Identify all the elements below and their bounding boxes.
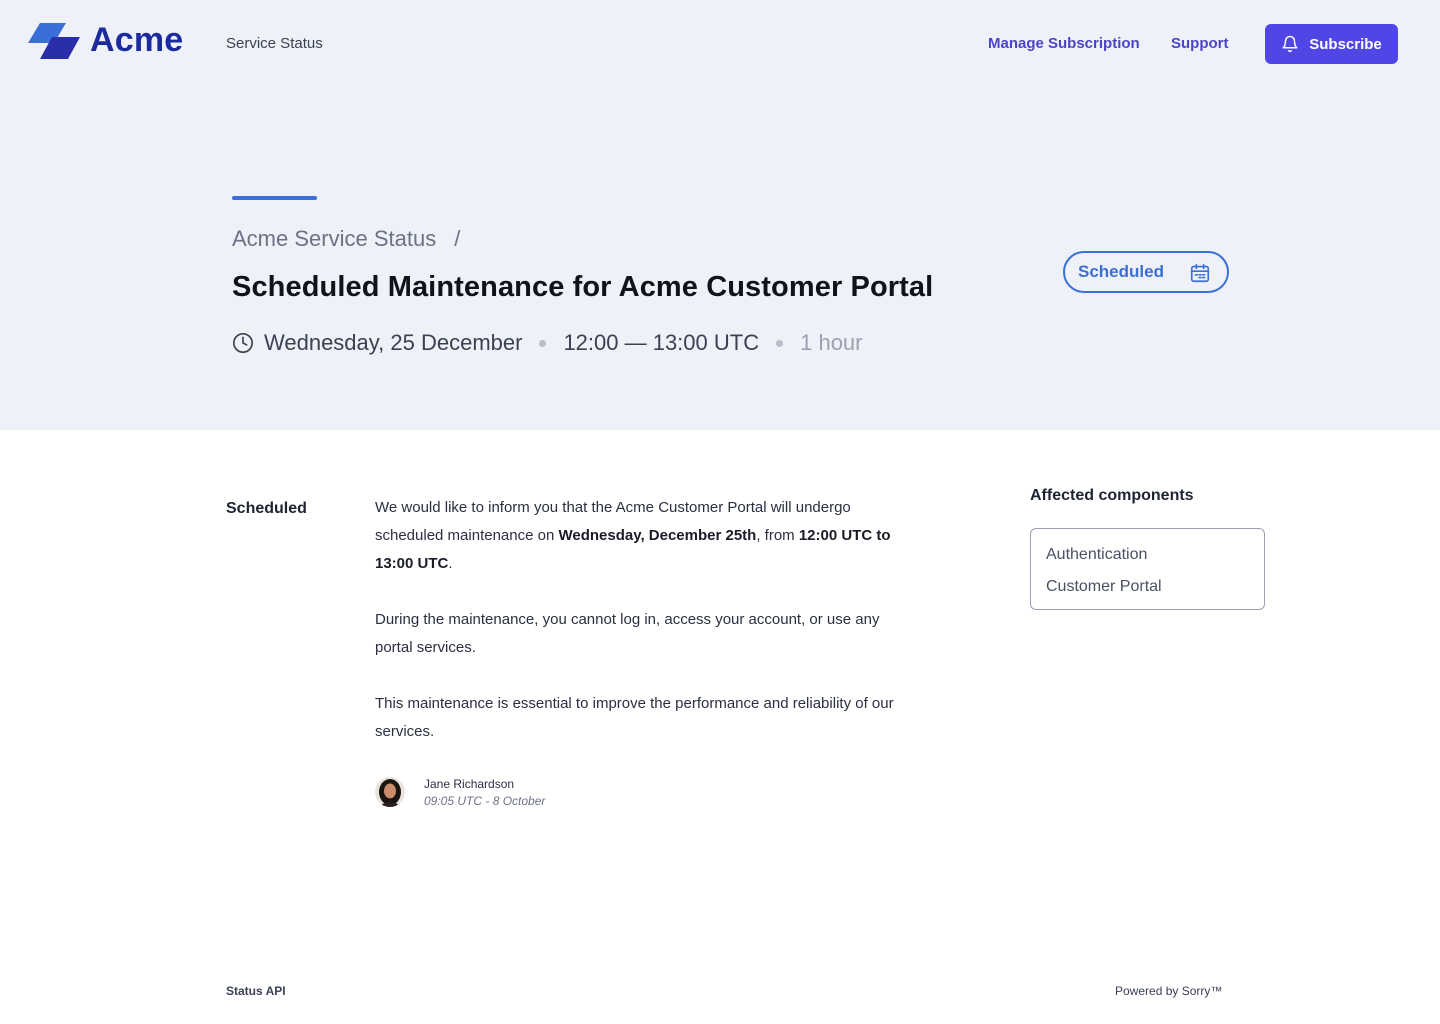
avatar	[375, 777, 405, 807]
update-paragraph: During the maintenance, you cannot log i…	[375, 611, 880, 656]
powered-by-link[interactable]: Powered by Sorry™	[1115, 984, 1222, 998]
author-timestamp: 09:05 UTC - 8 October	[424, 794, 546, 808]
paragraph-text: , from	[756, 527, 799, 544]
clock-icon	[233, 333, 253, 353]
separator-dot	[776, 339, 784, 347]
breadcrumb-separator: /	[454, 226, 461, 251]
affected-component-item: Authentication	[1046, 546, 1148, 563]
update-status-label: Scheduled	[226, 500, 307, 517]
breadcrumb: Acme Service Status /	[232, 226, 460, 252]
separator-dot	[539, 339, 547, 347]
subscribe-label: Subscribe	[1309, 35, 1382, 53]
incident-schedule: Wednesday, 25 December 12:00 — 13:00 UTC…	[232, 330, 863, 356]
manage-subscription-link[interactable]: Manage Subscription	[988, 35, 1140, 52]
hero-section	[0, 0, 1440, 430]
service-status-label: Service Status	[226, 35, 323, 52]
status-badge-label: Scheduled	[1078, 262, 1164, 281]
incident-duration: 1 hour	[800, 330, 863, 355]
subscribe-button[interactable]: Subscribe	[1265, 24, 1398, 64]
status-api-link[interactable]: Status API	[226, 984, 286, 998]
update-author: Jane Richardson 09:05 UTC - 8 October	[375, 776, 545, 810]
breadcrumb-root[interactable]: Acme Service Status	[232, 226, 436, 252]
avatar-portrait-icon	[375, 777, 405, 807]
affected-components-title: Affected components	[1030, 487, 1194, 504]
brand-logo[interactable]: Acme	[28, 20, 183, 60]
paragraph-bold-date: Wednesday, December 25th	[558, 527, 757, 544]
incident-date: Wednesday, 25 December	[264, 330, 523, 355]
author-name: Jane Richardson	[424, 777, 515, 791]
affected-component-item: Customer Portal	[1046, 578, 1162, 595]
support-link[interactable]: Support	[1171, 35, 1229, 52]
incident-time-range: 12:00 — 13:00 UTC	[563, 330, 760, 355]
update-paragraph: This maintenance is essential to improve…	[375, 695, 894, 740]
bell-icon	[1282, 35, 1298, 53]
accent-bar	[232, 196, 317, 200]
status-badge: Scheduled	[1063, 251, 1229, 293]
brand-name: Acme	[90, 21, 184, 59]
paragraph-text: .	[448, 555, 453, 572]
update-body: We would like to inform you that the Acm…	[375, 494, 895, 774]
update-paragraph: We would like to inform you that the Acm…	[375, 494, 895, 578]
affected-components-list: Authentication Customer Portal	[1030, 528, 1265, 610]
author-details: Jane Richardson 09:05 UTC - 8 October	[424, 776, 545, 810]
page-title: Scheduled Maintenance for Acme Customer …	[232, 271, 934, 303]
calendar-icon	[1190, 263, 1210, 283]
acme-logo-icon	[28, 23, 80, 59]
